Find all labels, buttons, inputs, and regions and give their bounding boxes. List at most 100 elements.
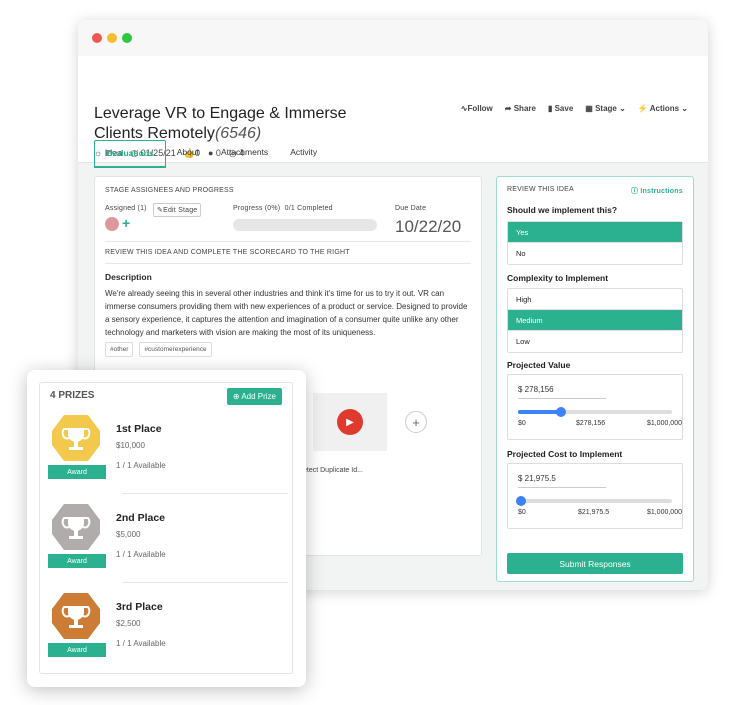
tick-max: $1,000,000 xyxy=(646,509,682,516)
prize-availability: 1 / 1 Available xyxy=(116,461,166,470)
tab-about[interactable]: About xyxy=(166,140,210,168)
prize-divider xyxy=(122,582,288,583)
close-window-button[interactable] xyxy=(92,33,102,43)
maximize-window-button[interactable] xyxy=(122,33,132,43)
chevron-down-icon: ⌄ xyxy=(681,104,688,113)
prize-item: Award 2nd Place $5,000 1 / 1 Available xyxy=(40,502,294,590)
implement-options: Yes No xyxy=(507,221,683,265)
share-button[interactable]: ➦ Share xyxy=(505,104,536,113)
prize-availability: 1 / 1 Available xyxy=(116,550,166,559)
award-button[interactable]: Award xyxy=(48,643,106,657)
tab-attachments[interactable]: Attachments xyxy=(210,140,279,168)
slider-fill xyxy=(518,410,561,414)
cost-input-box: $ 21,975.5 $0 $21,975.5 $1,000,000 xyxy=(507,463,683,529)
prize-name: 3rd Place xyxy=(116,601,163,613)
tag-other[interactable]: #other xyxy=(105,342,134,357)
question-value: Projected Value xyxy=(507,360,571,370)
prizes-card: 4 PRIZES ⊕ Add Prize Award 1st Place $10,0… xyxy=(39,382,293,674)
option-no[interactable]: No xyxy=(508,243,682,264)
progress-label: Progress (0%) 0/1 Completed xyxy=(233,205,333,212)
instructions-link[interactable]: ⓘ Instructions xyxy=(631,186,683,196)
window-titlebar xyxy=(78,20,708,56)
prize-amount: $5,000 xyxy=(116,530,141,539)
trophy-badge-icon xyxy=(52,593,100,639)
info-icon: ⓘ xyxy=(631,188,639,195)
stage-icon: ▦ xyxy=(585,104,593,113)
tick-min: $0 xyxy=(518,420,526,427)
submit-responses-button[interactable]: Submit Responses xyxy=(507,553,683,574)
prize-name: 1st Place xyxy=(116,423,162,435)
tick-min: $0 xyxy=(518,509,526,516)
award-button[interactable]: Award xyxy=(48,465,106,479)
value-input-box: $ 278,156 $0 $278,156 $1,000,000 xyxy=(507,374,683,440)
prize-divider xyxy=(122,493,288,494)
bolt-icon: ⚡ xyxy=(637,104,648,113)
cost-slider[interactable] xyxy=(516,496,672,506)
attachment-file-label[interactable]: etect Duplicate Id... xyxy=(303,467,363,474)
attachment-video[interactable]: ▶ xyxy=(313,393,387,451)
tab-activity[interactable]: Activity xyxy=(279,140,328,168)
prize-amount: $2,500 xyxy=(116,619,141,628)
prize-availability: 1 / 1 Available xyxy=(116,639,166,648)
add-assignee-icon[interactable]: + xyxy=(122,215,130,231)
trophy-badge-icon xyxy=(52,415,100,461)
tick-max: $1,000,000 xyxy=(646,420,682,427)
slider-thumb[interactable] xyxy=(516,496,527,506)
prize-item: Award 3rd Place $2,500 1 / 1 Available xyxy=(40,591,294,679)
question-implement: Should we implement this? xyxy=(507,205,618,215)
bookmark-icon: ▮ xyxy=(547,104,553,113)
question-complexity: Complexity to Implement xyxy=(507,273,609,283)
add-prize-button[interactable]: ⊕ Add Prize xyxy=(226,388,282,405)
tag-list: #other #customerexperience xyxy=(105,342,212,357)
option-yes[interactable]: Yes xyxy=(508,222,682,243)
review-prompt: REVIEW THIS IDEA AND COMPLETE THE SCOREC… xyxy=(105,249,350,256)
share-icon: ➦ xyxy=(504,104,512,113)
divider xyxy=(105,263,471,264)
chevron-down-icon: ⌄ xyxy=(619,104,626,113)
due-date-label: Due Date xyxy=(395,205,427,212)
option-low[interactable]: Low xyxy=(508,331,682,352)
slider-thumb[interactable] xyxy=(555,407,566,417)
description-text: We're already seeing this in several oth… xyxy=(105,289,468,337)
award-button[interactable]: Award xyxy=(48,554,106,568)
save-button[interactable]: ▮ Save xyxy=(548,104,573,113)
tick-current: $278,156 xyxy=(576,420,606,427)
option-medium[interactable]: Medium xyxy=(508,310,682,331)
question-cost: Projected Cost to Implement xyxy=(507,449,623,459)
tag-customerexperience[interactable]: #customerexperience xyxy=(139,342,212,357)
review-panel: REVIEW THIS IDEA ⓘ Instructions Should w… xyxy=(496,176,694,582)
plus-circle-icon: ⊕ xyxy=(232,392,240,401)
review-header: REVIEW THIS IDEA xyxy=(507,186,574,193)
prizes-header: 4 PRIZES xyxy=(50,390,95,401)
cost-input[interactable]: $ 21,975.5 xyxy=(518,474,556,483)
minimize-window-button[interactable] xyxy=(107,33,117,43)
tab-bar: Evaluations About Attachments Activity xyxy=(94,140,328,168)
actions-dropdown[interactable]: ⚡ Actions ⌄ xyxy=(638,104,688,113)
follow-button[interactable]: ∿Follow xyxy=(461,104,493,113)
prize-amount: $10,000 xyxy=(116,441,145,450)
edit-stage-button[interactable]: ✎Edit Stage xyxy=(153,203,202,217)
stage-header: STAGE ASSIGNEES AND PROGRESS xyxy=(105,187,234,194)
idea-title: Leverage VR to Engage & Immerse Clients … xyxy=(94,104,394,144)
progress-bar xyxy=(233,219,377,231)
value-slider[interactable] xyxy=(518,407,672,417)
add-attachment-button[interactable]: + xyxy=(405,411,427,433)
prizes-panel: 4 PRIZES ⊕ Add Prize Award 1st Place $10,0… xyxy=(27,370,306,687)
description-heading: Description xyxy=(105,272,152,282)
trophy-badge-icon xyxy=(52,504,100,550)
tick-current: $21,975.5 xyxy=(578,509,610,516)
idea-actions: ∿Follow ➦ Share ▮ Save ▦ Stage ⌄ ⚡ Actio… xyxy=(461,104,688,113)
due-date: 10/22/20 xyxy=(395,217,462,236)
divider xyxy=(105,241,471,242)
input-underline xyxy=(518,398,606,399)
tab-evaluations[interactable]: Evaluations xyxy=(94,140,166,168)
stage-dropdown[interactable]: ▦ Stage ⌄ xyxy=(585,104,626,113)
option-high[interactable]: High xyxy=(508,289,682,310)
prize-name: 2nd Place xyxy=(116,512,166,524)
play-icon[interactable]: ▶ xyxy=(337,409,363,435)
prize-item: Award 1st Place $10,000 1 / 1 Available xyxy=(40,413,294,501)
complexity-options: High Medium Low xyxy=(507,288,683,353)
assigned-label: Assigned (1) xyxy=(105,205,147,212)
avatar xyxy=(105,217,119,231)
value-input[interactable]: $ 278,156 xyxy=(518,385,554,394)
